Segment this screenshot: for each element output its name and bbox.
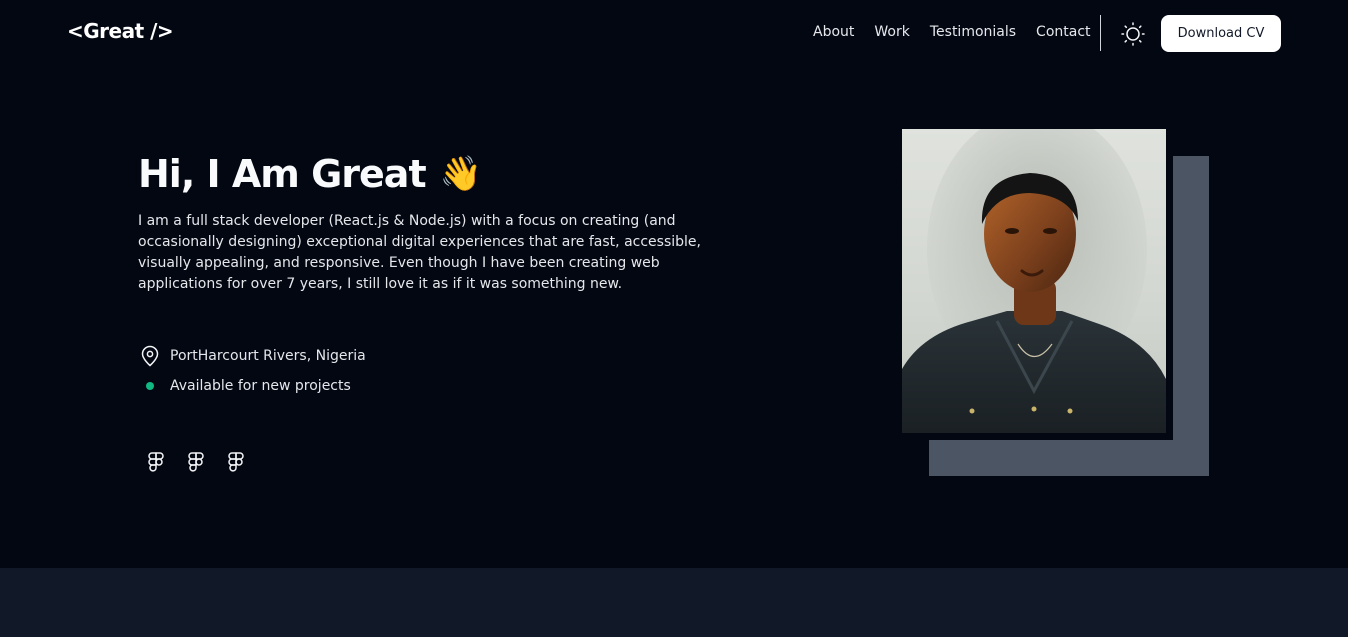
waving-hand-icon: 👋 — [439, 154, 482, 194]
location-text: PortHarcourt Rivers, Nigeria — [170, 348, 366, 364]
location-row: PortHarcourt Rivers, Nigeria — [138, 345, 366, 367]
hero-title: Hi, I Am Great 👋 — [138, 152, 482, 196]
theme-toggle-sun-icon[interactable] — [1120, 21, 1146, 47]
nav-link-work[interactable]: Work — [874, 24, 909, 40]
logo[interactable]: <Great /> — [67, 19, 174, 43]
status-dot-icon — [138, 375, 162, 397]
figma-icon[interactable] — [184, 450, 208, 474]
figma-icon[interactable] — [224, 450, 248, 474]
navbar: <Great /> About Work Testimonials Contac… — [0, 0, 1348, 68]
nav-links: About Work Testimonials Contact — [813, 24, 1091, 40]
next-section-band — [0, 568, 1348, 637]
social-links — [144, 450, 248, 474]
nav-link-contact[interactable]: Contact — [1036, 24, 1090, 40]
hero-bio: I am a full stack developer (React.js & … — [138, 213, 701, 292]
figma-icon[interactable] — [144, 450, 168, 474]
nav-link-about[interactable]: About — [813, 24, 854, 40]
download-cv-button[interactable]: Download CV — [1161, 15, 1281, 52]
nav-divider — [1100, 15, 1101, 51]
nav-link-testimonials[interactable]: Testimonials — [930, 24, 1016, 40]
availability-row: Available for new projects — [138, 375, 351, 397]
profile-photo — [902, 129, 1166, 433]
availability-text: Available for new projects — [170, 378, 351, 394]
hero-title-text: Hi, I Am Great — [138, 152, 427, 196]
map-pin-icon — [138, 345, 162, 367]
